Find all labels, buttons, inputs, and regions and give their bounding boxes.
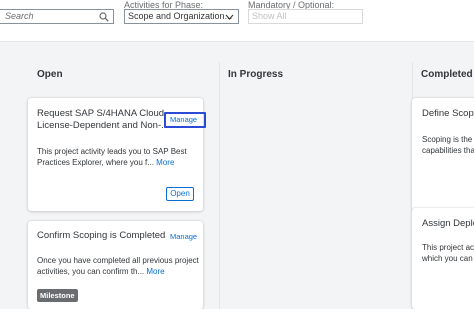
column-divider: [219, 62, 220, 309]
search-placeholder: Search: [5, 11, 34, 21]
card-description: This project acti which you can a: [422, 243, 474, 263]
manage-focus-outline: [164, 112, 206, 128]
card-title: Request SAP S/4HANA Cloud License-Depend…: [37, 108, 170, 131]
phase-select-value: Scope and Organization...: [128, 11, 233, 21]
more-link[interactable]: More: [146, 267, 164, 276]
search-input[interactable]: Search: [0, 9, 114, 24]
phase-select[interactable]: Scope and Organization...: [124, 9, 239, 24]
card-title: Define Scope: [422, 108, 474, 119]
more-link[interactable]: More: [156, 158, 174, 167]
activity-card[interactable]: Assign Deplo This project acti which you…: [412, 208, 474, 309]
mandatory-select[interactable]: Show All: [248, 9, 363, 24]
manage-link[interactable]: Manage: [170, 232, 197, 241]
card-title: Confirm Scoping is Completed: [37, 230, 166, 241]
search-icon[interactable]: [99, 12, 109, 22]
card-title: Assign Deplo: [422, 218, 474, 229]
chevron-down-icon: [225, 14, 234, 20]
filter-bar: Search Activities for Phase: Scope and O…: [0, 0, 474, 42]
column-title-in-progress: In Progress: [228, 69, 284, 80]
card-description: This project activity leads you to SAP B…: [37, 147, 187, 167]
column-title-completed: Completed: [421, 69, 473, 80]
activity-card[interactable]: Confirm Scoping is Completed Manage Once…: [28, 221, 203, 309]
card-description: Once you have completed all previous pro…: [37, 256, 199, 276]
card-description: Scoping is the p capabilities tha: [422, 135, 474, 155]
column-title-open: Open: [37, 69, 63, 80]
open-button[interactable]: Open: [166, 187, 194, 201]
milestone-badge: Milestone: [37, 289, 78, 302]
activity-card[interactable]: Define Scope Scoping is the p capabiliti…: [412, 98, 474, 211]
mandatory-select-value: Show All: [252, 11, 287, 21]
